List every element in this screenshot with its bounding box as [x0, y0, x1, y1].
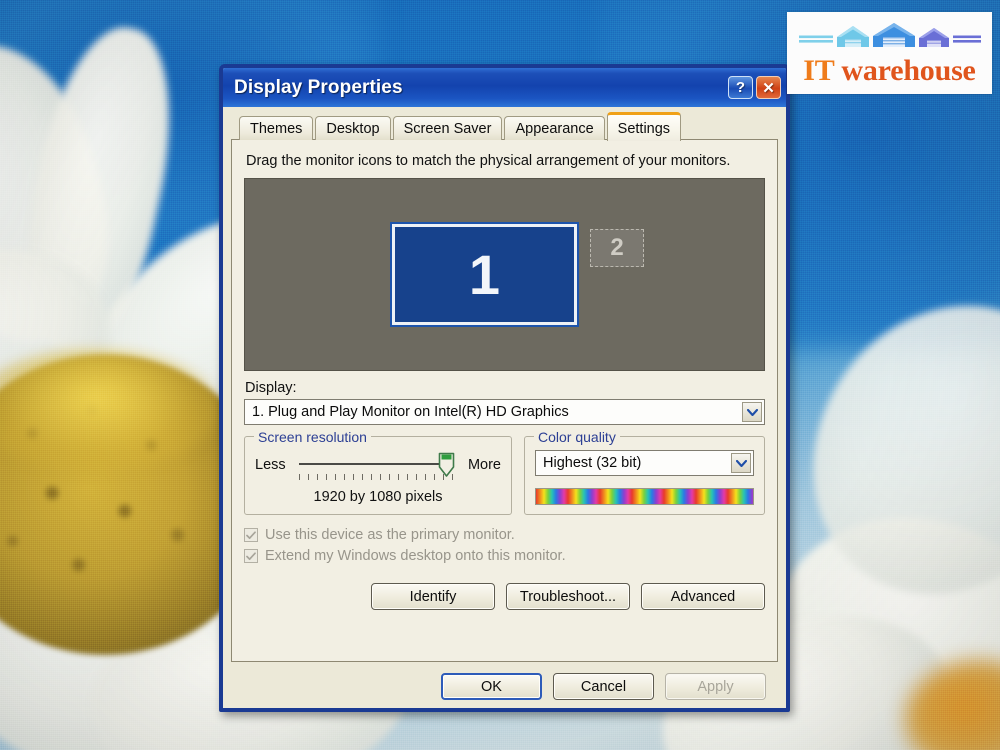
display-select[interactable]: 1. Plug and Play Monitor on Intel(R) HD … — [244, 399, 765, 425]
settings-action-buttons: Identify Troubleshoot... Advanced — [244, 583, 765, 610]
tab-appearance[interactable]: Appearance — [504, 116, 605, 140]
apply-button: Apply — [665, 673, 766, 700]
color-quality-group-title: Color quality — [534, 429, 620, 445]
slider-less-label: Less — [255, 457, 286, 473]
logo-text-it: IT — [803, 53, 835, 87]
screen-resolution-slider-row: Less More — [255, 450, 501, 480]
checkbox-primary-monitor-label: Use this device as the primary monitor. — [265, 527, 515, 543]
checkbox-row-extend-desktop[interactable]: Extend my Windows desktop onto this moni… — [244, 548, 765, 564]
tab-screen-saver[interactable]: Screen Saver — [392, 116, 503, 140]
arrangement-hint-text: Drag the monitor icons to match the phys… — [246, 153, 731, 169]
slider-more-label: More — [467, 457, 501, 473]
screen-resolution-value: 1920 by 1080 pixels — [313, 489, 443, 505]
color-quality-select[interactable]: Highest (32 bit) — [535, 450, 754, 476]
it-warehouse-logo: IT warehouse — [787, 12, 992, 94]
help-button[interactable]: ? — [728, 76, 753, 99]
display-select-value: 1. Plug and Play Monitor on Intel(R) HD … — [252, 404, 569, 420]
settings-groups: Screen resolution Less More 1920 by 1080… — [244, 429, 765, 515]
desktop-wallpaper: IT warehouse Display Properties ? ✕ Them… — [0, 0, 1000, 750]
dialog-title: Display Properties — [234, 76, 403, 98]
dialog-footer-buttons: OK Cancel Apply — [231, 662, 778, 700]
chevron-down-icon[interactable] — [742, 402, 762, 422]
tab-strip: Themes Desktop Screen Saver Appearance S… — [231, 112, 778, 141]
slider-thumb[interactable] — [438, 452, 455, 478]
color-quality-group: Color quality Highest (32 bit) — [524, 429, 765, 515]
advanced-button[interactable]: Advanced — [641, 583, 765, 610]
warehouse-large-center-icon — [872, 22, 915, 47]
tab-settings[interactable]: Settings — [606, 112, 682, 141]
warehouse-small-right-icon — [918, 27, 949, 47]
dialog-titlebar[interactable]: Display Properties ? ✕ — [223, 68, 786, 107]
close-button[interactable]: ✕ — [756, 76, 781, 99]
checkbox-row-primary-monitor[interactable]: Use this device as the primary monitor. — [244, 527, 765, 543]
color-quality-value: Highest (32 bit) — [543, 455, 642, 471]
settings-tab-panel: Drag the monitor icons to match the phys… — [231, 139, 778, 662]
identify-button[interactable]: Identify — [371, 583, 495, 610]
warehouse-icon-group — [798, 22, 981, 47]
logo-wordmark: IT warehouse — [803, 53, 976, 87]
slider-ticks — [298, 474, 455, 480]
warehouse-small-left-icon — [836, 25, 869, 47]
tab-themes[interactable]: Themes — [239, 116, 314, 140]
color-spectrum-strip — [535, 488, 754, 505]
troubleshoot-button[interactable]: Troubleshoot... — [506, 583, 630, 610]
monitor-arrangement-area[interactable]: 1 2 — [244, 178, 765, 371]
screen-resolution-group-title: Screen resolution — [254, 429, 371, 445]
tab-desktop[interactable]: Desktop — [315, 116, 391, 140]
checkbox-primary-monitor[interactable] — [244, 528, 258, 542]
screen-resolution-group: Screen resolution Less More 1920 by 1080… — [244, 429, 512, 515]
display-label: Display: — [245, 380, 297, 396]
logo-text-warehouse: warehouse — [841, 53, 976, 87]
checkbox-extend-desktop-label: Extend my Windows desktop onto this moni… — [265, 548, 566, 564]
dialog-body: Themes Desktop Screen Saver Appearance S… — [223, 107, 786, 708]
checkbox-extend-desktop[interactable] — [244, 549, 258, 563]
display-properties-dialog: Display Properties ? ✕ Themes Desktop Sc… — [219, 64, 790, 712]
slider-track — [298, 463, 451, 465]
cancel-button[interactable]: Cancel — [553, 673, 654, 700]
screen-resolution-slider[interactable] — [295, 450, 459, 480]
ok-button[interactable]: OK — [441, 673, 542, 700]
chevron-down-icon[interactable] — [731, 453, 751, 473]
monitor-options-checkboxes: Use this device as the primary monitor. … — [244, 527, 765, 569]
monitor-icon-2[interactable]: 2 — [590, 229, 644, 267]
monitor-icon-1[interactable]: 1 — [392, 224, 577, 325]
